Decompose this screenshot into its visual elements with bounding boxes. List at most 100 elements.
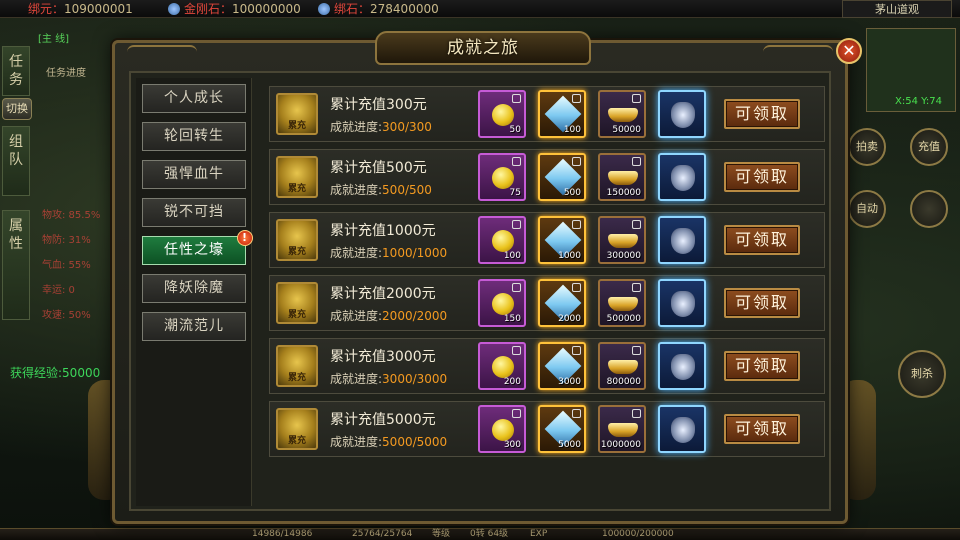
achievement-icon-label: 累充: [287, 436, 306, 446]
auction-button[interactable]: 拍卖: [848, 128, 886, 166]
level-value: 0转 64级: [470, 529, 509, 539]
reward-slot[interactable]: 150000: [598, 153, 646, 201]
reward-slot[interactable]: 500: [538, 153, 586, 201]
reward-quantity: 50000: [612, 125, 641, 135]
lock-icon: [632, 94, 641, 103]
achievement-progress: 成就进度:3000/3000: [330, 370, 447, 387]
reward-slot[interactable]: 100: [538, 90, 586, 138]
menu-item-trendy[interactable]: 潮流范儿: [142, 312, 246, 341]
reward-slot[interactable]: 200: [478, 342, 526, 390]
menu-item-reincarnation[interactable]: 轮回转生: [142, 122, 246, 151]
recharge-button[interactable]: 充值: [910, 128, 948, 166]
reward-slot[interactable]: 3000: [538, 342, 586, 390]
reward-slot[interactable]: 50000: [598, 90, 646, 138]
reward-quantity: 5000: [558, 440, 581, 450]
menu-item-unstoppable[interactable]: 锐不可挡: [142, 198, 246, 227]
resource-bar: 绑元：109000001 金刚石：100000000 绑石：278400000 …: [0, 0, 960, 18]
achievement-row: 累充 累计充值5000元 成就进度:5000/5000 300 5000 100…: [269, 401, 825, 457]
resource-diamond: 金刚石：100000000: [168, 0, 301, 18]
gold-coin-icon: [492, 104, 514, 126]
claim-button[interactable]: 可领取: [724, 288, 800, 318]
quest-name[interactable]: [主 线]: [38, 30, 69, 45]
dialog-body: 个人成长 轮回转生 强悍血牛 锐不可挡 任性之壕 ! 降妖除魔 潮流范儿 累充 …: [129, 71, 831, 511]
skill-button[interactable]: [910, 190, 948, 228]
left-side-panel: 任务 切换 组队 属性: [0, 26, 34, 326]
claim-button[interactable]: 可领取: [724, 162, 800, 192]
reward-quantity: 500000: [606, 314, 641, 324]
coordinates: X:54 Y:74: [895, 96, 942, 107]
gold-coin-icon: [492, 419, 514, 441]
reward-slot[interactable]: 2000: [538, 279, 586, 327]
reward-slot[interactable]: 1000: [538, 216, 586, 264]
task-tab[interactable]: 任务: [2, 46, 30, 96]
claim-button[interactable]: 可领取: [724, 225, 800, 255]
reward-quantity: 800000: [606, 377, 641, 387]
achievement-icon: 累充: [276, 93, 318, 135]
achievement-dialog: 成就之旅 个人成长 轮回转生 强悍血牛 锐不可挡 任性之壕 ! 降妖除魔 潮流范…: [112, 31, 848, 524]
stat-line: 幸运: 0: [42, 285, 75, 296]
reward-quantity: 500: [563, 188, 581, 198]
claim-button[interactable]: 可领取: [724, 99, 800, 129]
reward-quantity: 75: [509, 188, 521, 198]
achievement-progress: 成就进度:300/300: [330, 118, 432, 135]
stat-line: 气血: 55%: [42, 260, 91, 271]
reward-slot[interactable]: 300: [478, 405, 526, 453]
reward-slot[interactable]: [658, 153, 706, 201]
attribute-tab[interactable]: 属性: [2, 210, 30, 320]
reward-slot[interactable]: [658, 405, 706, 453]
reward-slot[interactable]: [658, 90, 706, 138]
progress-label: 成就进度:: [330, 372, 383, 386]
achievement-icon: 累充: [276, 219, 318, 261]
reward-slot[interactable]: [658, 279, 706, 327]
gold-coin-icon: [492, 230, 514, 252]
claim-button[interactable]: 可领取: [724, 414, 800, 444]
reward-slot[interactable]: 75: [478, 153, 526, 201]
menu-item-personal-growth[interactable]: 个人成长: [142, 84, 246, 113]
hp-value: 14986/14986: [252, 529, 313, 539]
achievement-title: 累计充值3000元: [330, 349, 436, 365]
achievement-title: 累计充值500元: [330, 160, 427, 176]
lock-icon: [632, 346, 641, 355]
armor-icon: [671, 417, 695, 443]
claim-button[interactable]: 可领取: [724, 351, 800, 381]
menu-item-demon-slaying[interactable]: 降妖除魔: [142, 274, 246, 303]
achievement-icon-label: 累充: [287, 247, 306, 257]
close-button[interactable]: ✕: [836, 38, 862, 64]
achievement-icon: 累充: [276, 156, 318, 198]
team-tab[interactable]: 组队: [2, 126, 30, 196]
minimap[interactable]: X:54 Y:74: [866, 28, 956, 112]
auto-button[interactable]: 自动: [848, 190, 886, 228]
assassinate-button[interactable]: 刺杀: [898, 350, 946, 398]
reward-slot[interactable]: [658, 342, 706, 390]
armor-icon: [671, 291, 695, 317]
switch-button[interactable]: 切换: [2, 98, 32, 120]
reward-slot[interactable]: 800000: [598, 342, 646, 390]
gold-ingot-icon: [608, 297, 638, 311]
menu-item-hp-tank[interactable]: 强悍血牛: [142, 160, 246, 189]
menu-item-wealthy[interactable]: 任性之壕 !: [142, 230, 253, 265]
reward-slot[interactable]: 50: [478, 90, 526, 138]
frame-ornament: [127, 45, 197, 59]
gold-coin-icon: [492, 356, 514, 378]
reward-slot[interactable]: 1000000: [598, 405, 646, 453]
reward-slot[interactable]: 300000: [598, 216, 646, 264]
reward-slot[interactable]: 150: [478, 279, 526, 327]
reward-slot[interactable]: 5000: [538, 405, 586, 453]
lock-icon: [632, 283, 641, 292]
lock-icon: [512, 346, 521, 355]
progress-value: 2000/2000: [382, 309, 448, 323]
armor-icon: [671, 102, 695, 128]
exp-value: 100000/200000: [602, 529, 674, 539]
achievement-row: 累充 累计充值300元 成就进度:300/300 50 100 50000 可领…: [269, 86, 825, 142]
menu-item-label: 任性之壕: [164, 242, 224, 258]
progress-label: 成就进度:: [330, 246, 383, 260]
map-name[interactable]: 茅山道观: [842, 0, 952, 18]
reward-quantity: 300: [503, 440, 521, 450]
frame-ornament: [763, 45, 833, 59]
level-label: 等级: [432, 529, 451, 539]
reward-slot[interactable]: [658, 216, 706, 264]
reward-slot[interactable]: 100: [478, 216, 526, 264]
reward-slot[interactable]: 500000: [598, 279, 646, 327]
achievement-title: 累计充值1000元: [330, 223, 436, 239]
lock-icon: [512, 283, 521, 292]
